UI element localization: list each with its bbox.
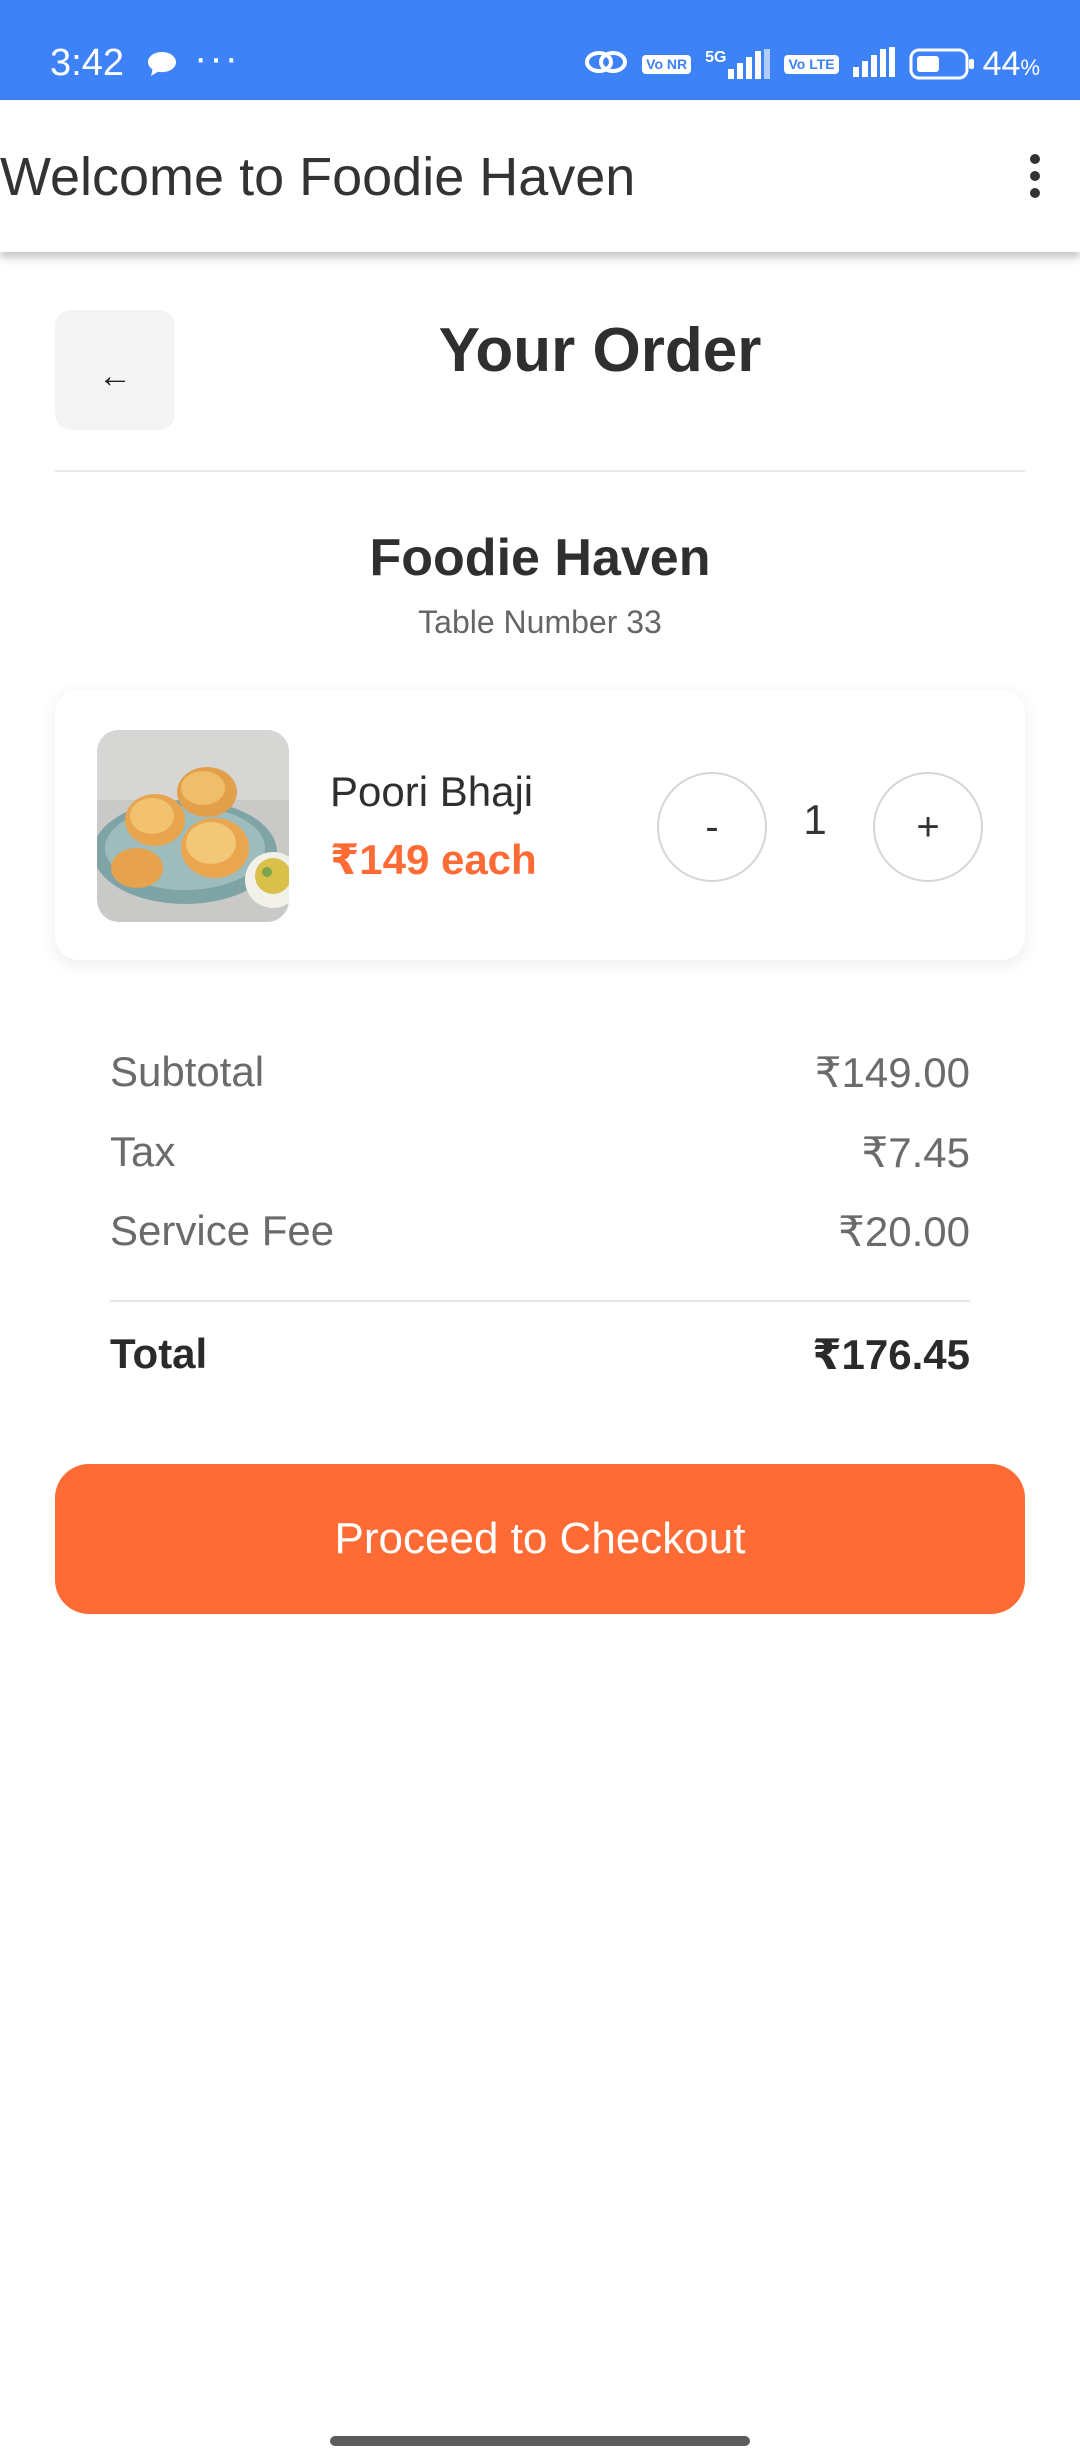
page-title: Your Order [438, 316, 762, 385]
battery-indicator: 44% [909, 45, 1040, 84]
app-bar: Welcome to Foodie Haven [0, 100, 1080, 252]
service-fee-row: Service Fee ₹20.00 [110, 1207, 970, 1267]
total-row: Total ₹176.45 [110, 1330, 970, 1390]
link-icon [584, 47, 628, 82]
signal-5g-icon: 5G [705, 49, 771, 79]
tax-row: Tax ₹7.45 [110, 1128, 970, 1188]
signal-lte-icon [852, 46, 895, 82]
app-title: Welcome to Foodie Haven [0, 147, 636, 207]
service-fee-label: Service Fee [110, 1207, 335, 1254]
tax-value: ₹7.45 [861, 1129, 970, 1176]
minus-icon: - [705, 804, 719, 849]
tax-label: Tax [110, 1128, 176, 1175]
checkout-button[interactable]: Proceed to Checkout [55, 1464, 1025, 1614]
increase-quantity-button[interactable]: + [873, 772, 983, 882]
home-indicator[interactable] [330, 2436, 750, 2446]
plus-icon: + [916, 804, 940, 849]
more-notifications-icon: ··· [194, 36, 240, 80]
checkout-label: Proceed to Checkout [334, 1514, 746, 1563]
battery-percent: 44 [982, 44, 1021, 83]
status-time: 3:42 [50, 42, 124, 84]
more-vert-icon[interactable] [1020, 150, 1050, 206]
restaurant-name: Foodie Haven [369, 529, 711, 587]
subtotal-value: ₹149.00 [814, 1049, 970, 1096]
item-image [97, 730, 289, 922]
volte-lte-icon: Vo LTE [784, 54, 839, 74]
battery-icon [909, 48, 974, 80]
total-label: Total [110, 1330, 208, 1377]
item-price: ₹149 each [330, 836, 537, 883]
total-value: ₹176.45 [812, 1331, 970, 1378]
order-screen: 3:42 ··· Vo NR 5G Vo LTE 44% Welcome to … [0, 0, 1080, 2460]
status-icons: Vo NR 5G Vo LTE 44% [584, 44, 1040, 84]
summary-divider [110, 1300, 970, 1302]
battery-unit: % [1020, 54, 1040, 80]
volte-nr-icon: Vo NR [642, 54, 692, 74]
item-name: Poori Bhaji [330, 768, 534, 815]
header-divider [55, 470, 1025, 472]
table-number: Table Number 33 [418, 604, 662, 640]
subtotal-row: Subtotal ₹149.00 [110, 1048, 970, 1108]
service-fee-value: ₹20.00 [838, 1208, 970, 1255]
chat-notification-icon [146, 50, 178, 83]
order-item-card: Poori Bhaji ₹149 each - 1 + [55, 690, 1025, 960]
decrease-quantity-button[interactable]: - [657, 772, 767, 882]
item-quantity: 1 [803, 796, 827, 843]
status-bar: 3:42 ··· Vo NR 5G Vo LTE 44% [0, 0, 1080, 100]
network-type-label: 5G [705, 49, 727, 66]
subtotal-label: Subtotal [110, 1048, 265, 1095]
